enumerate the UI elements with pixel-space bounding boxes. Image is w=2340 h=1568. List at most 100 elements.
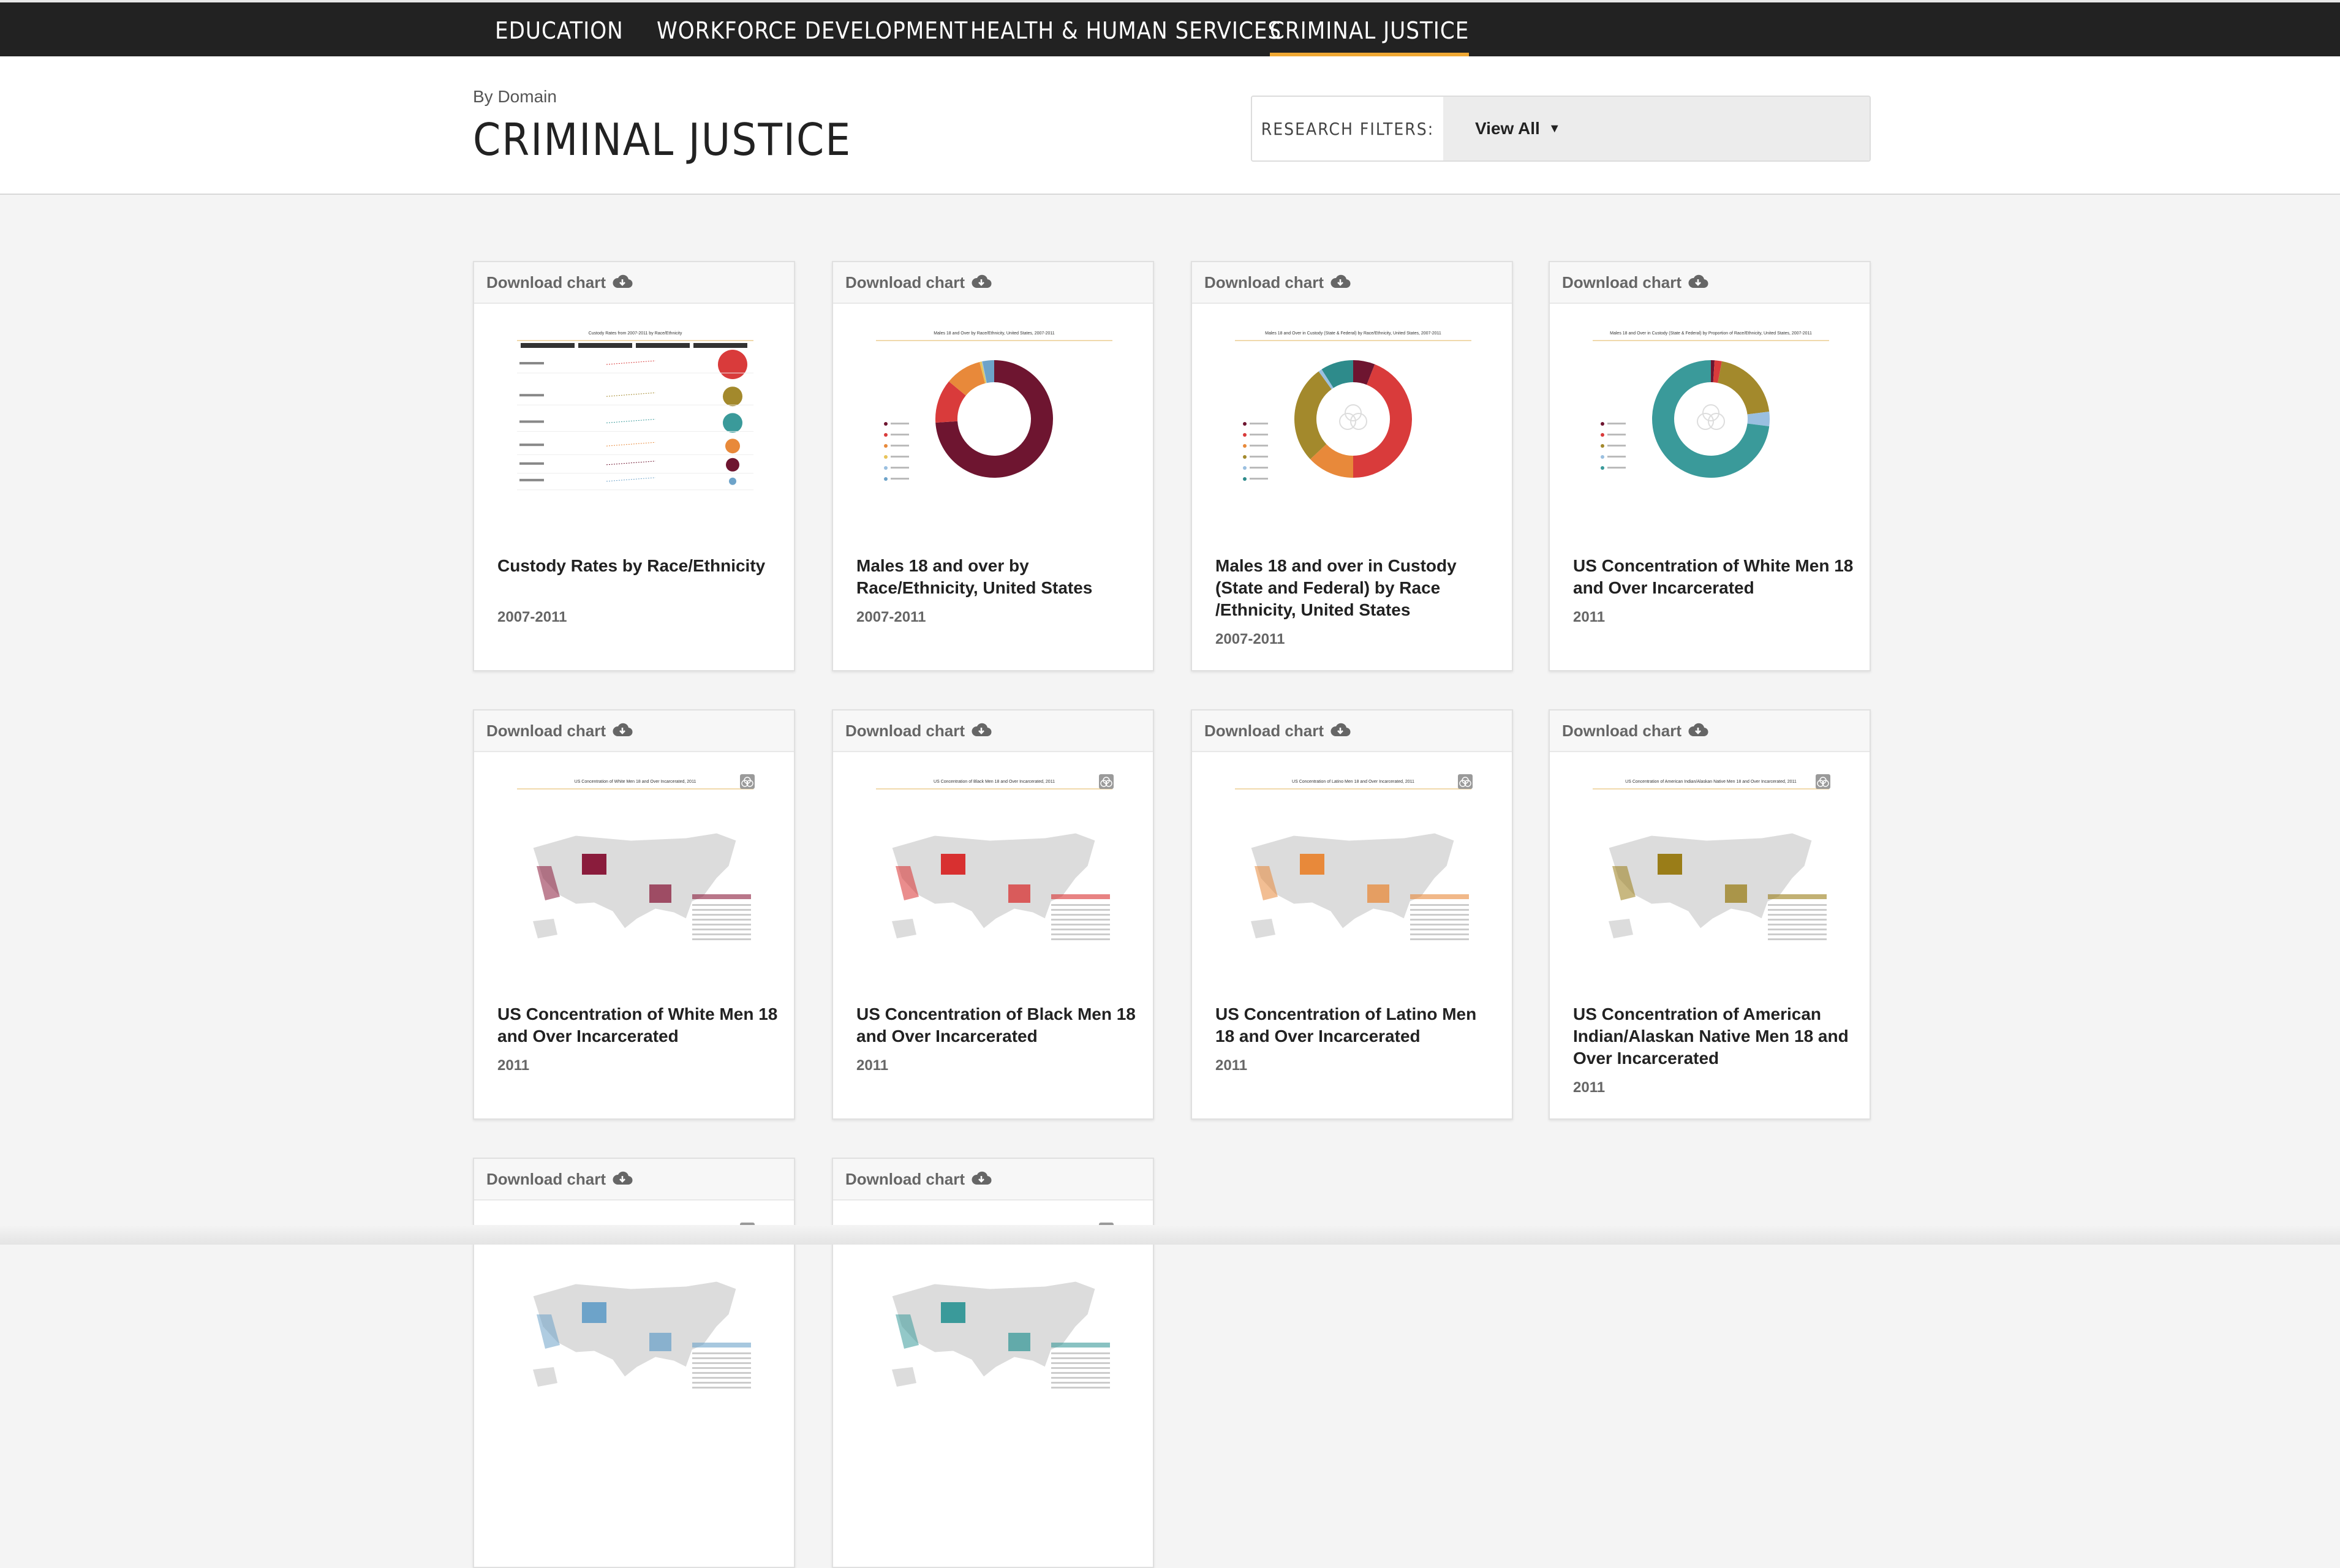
chart-card[interactable]: Download chart Males 18 and over in Custo… [1191, 261, 1513, 671]
download-chart-button[interactable]: Download chart [1192, 262, 1512, 304]
highlighted-state [582, 1302, 606, 1323]
download-label: Download chart [845, 273, 965, 292]
data-dot [723, 413, 742, 433]
data-dot [723, 386, 742, 407]
chart-thumbnail[interactable]: Males 18 and Over in Custody (State & Fe… [1584, 326, 1838, 499]
thumb-title: Custody Rates from 2007-2011 by Race/Eth… [589, 331, 682, 336]
legend-swatch [884, 477, 888, 481]
download-label: Download chart [486, 273, 606, 292]
chart-card[interactable]: Download chart US Concentration of White … [1549, 261, 1871, 671]
legend-swatch [1601, 433, 1604, 437]
chart-thumbnail[interactable]: Custody Rates from 2007-2011 by Race/Eth… [508, 326, 762, 499]
legend-swatch [1243, 433, 1247, 437]
chart-card[interactable]: Download chart Males 18 and over by Race/… [832, 261, 1154, 671]
nav-item-health-human-services[interactable]: HEALTH & HUMAN SERVICES [970, 2, 1281, 56]
chart-date: 2007-2011 [497, 609, 567, 625]
download-chart-button[interactable]: Download chart [833, 710, 1153, 752]
cloud-download-icon [972, 723, 992, 737]
thumb-title: Males 18 and Over in Custody (State & Fe… [1265, 331, 1441, 336]
chart-card[interactable]: Download chart US Concentration of White … [473, 709, 795, 1120]
chart-title[interactable]: US Concentration of White Men 18 and Ove… [497, 1003, 779, 1047]
page-header: By Domain CRIMINAL JUSTICE RESEARCH FILT… [0, 56, 2340, 195]
donut-slice [1718, 361, 1770, 415]
cloud-download-icon [1330, 723, 1351, 737]
chart-title[interactable]: US Concentration of White Men 18 and Ove… [1573, 555, 1855, 599]
chart-thumbnail[interactable]: Males 18 and Over by Race/Ethnicity, Uni… [867, 326, 1121, 499]
circles-logo-icon [1697, 404, 1725, 430]
chart-date: 2011 [856, 1057, 889, 1074]
legend-swatch [1243, 422, 1247, 426]
chart-date: 2011 [1573, 609, 1606, 625]
chart-card[interactable]: Download chart US Concentration of Native… [832, 1158, 1154, 1568]
chart-date: 2011 [1573, 1079, 1606, 1096]
chart-thumbnail[interactable]: US Concentration of Latino Men 18 and Ov… [1226, 774, 1480, 947]
chart-date: 2011 [1215, 1057, 1248, 1074]
download-chart-button[interactable]: Download chart [833, 262, 1153, 304]
download-label: Download chart [1562, 273, 1682, 292]
data-dot [729, 477, 736, 485]
download-chart-button[interactable]: Download chart [474, 262, 794, 304]
circles-logo-icon [1339, 404, 1367, 430]
top-nav: EDUCATION WORKFORCE DEVELOPMENT HEALTH &… [0, 0, 2340, 56]
chart-card[interactable]: Download chart US Concentration of Americ… [1549, 709, 1871, 1120]
chart-thumbnail[interactable]: US Concentration of Asian Men 18 and Ove… [508, 1223, 762, 1395]
nav-item-criminal-justice[interactable]: CRIMINAL JUSTICE [1270, 2, 1470, 56]
data-dot [725, 439, 740, 454]
legend-swatch [884, 433, 888, 437]
research-filters: RESEARCH FILTERS: View All ▼ [1251, 96, 1871, 162]
download-chart-button[interactable]: Download chart [833, 1159, 1153, 1200]
cloud-download-icon [1688, 274, 1708, 288]
circles-logo-icon [1099, 774, 1114, 789]
filter-select[interactable]: View All ▼ [1443, 97, 1870, 160]
chart-thumbnail[interactable]: US Concentration of Black Men 18 and Ove… [867, 774, 1121, 947]
download-label: Download chart [1204, 721, 1324, 740]
highlighted-state [1008, 1333, 1030, 1351]
thumb-title: US Concentration of Latino Men 18 and Ov… [1292, 780, 1414, 784]
highlighted-state [582, 854, 606, 875]
chart-title[interactable]: US Concentration of American Indian/Alas… [1573, 1003, 1855, 1069]
cloud-download-icon [972, 1171, 992, 1185]
chart-title[interactable]: US Concentration of Latino Men 18 and Ov… [1215, 1003, 1497, 1047]
cloud-download-icon [972, 274, 992, 288]
chart-thumbnail[interactable]: US Concentration of Native Hawaiian/Paci… [867, 1223, 1121, 1395]
highlighted-state [1367, 884, 1389, 903]
chart-title[interactable]: US Concentration of Black Men 18 and Ove… [856, 1003, 1138, 1047]
download-label: Download chart [845, 1169, 965, 1188]
highlighted-state [941, 1302, 965, 1323]
legend-swatch [1601, 422, 1604, 426]
download-chart-button[interactable]: Download chart [474, 1159, 794, 1200]
thumb-title: Males 18 and Over by Race/Ethnicity, Uni… [934, 331, 1055, 336]
legend-swatch [1243, 444, 1247, 448]
download-chart-button[interactable]: Download chart [1550, 262, 1870, 304]
cloud-download-icon [613, 274, 633, 288]
nav-item-education[interactable]: EDUCATION [495, 2, 624, 56]
chart-thumbnail[interactable]: US Concentration of White Men 18 and Ove… [508, 774, 762, 947]
chart-card[interactable]: Download chart Custody Rates by Race/Ethn… [473, 261, 795, 671]
download-chart-button[interactable]: Download chart [1550, 710, 1870, 752]
data-dot [726, 458, 739, 472]
chart-thumbnail[interactable]: Males 18 and Over in Custody (State & Fe… [1226, 326, 1480, 499]
filters-label: RESEARCH FILTERS: [1252, 97, 1443, 160]
highlighted-state [1008, 884, 1030, 903]
download-chart-button[interactable]: Download chart [1192, 710, 1512, 752]
download-label: Download chart [1562, 721, 1682, 740]
legend-swatch [884, 466, 888, 470]
filter-value: View All [1475, 119, 1540, 138]
data-dot [718, 350, 747, 379]
chart-title[interactable]: Males 18 and over in Custody (State and … [1215, 555, 1497, 621]
circles-logo-icon [1816, 774, 1830, 789]
chart-card[interactable]: Download chart US Concentration of Black … [832, 709, 1154, 1120]
legend-swatch [1243, 466, 1247, 470]
chart-card[interactable]: Download chart US Concentration of Latino… [1191, 709, 1513, 1120]
highlighted-state [649, 1333, 671, 1351]
chart-title[interactable]: Custody Rates by Race/Ethnicity [497, 555, 779, 577]
chart-thumbnail[interactable]: US Concentration of American Indian/Alas… [1584, 774, 1838, 947]
download-chart-button[interactable]: Download chart [474, 710, 794, 752]
chart-title[interactable]: Males 18 and over by Race/Ethnicity, Uni… [856, 555, 1138, 599]
nav-item-workforce-development[interactable]: WORKFORCE DEVELOPMENT [657, 2, 968, 56]
thumb-title: Males 18 and Over in Custody (State & Fe… [1610, 331, 1812, 336]
download-label: Download chart [486, 1169, 606, 1188]
legend-swatch [1243, 455, 1247, 459]
chart-card[interactable]: Download chart US Concentration of Asian … [473, 1158, 795, 1568]
circles-logo-icon [740, 774, 755, 789]
